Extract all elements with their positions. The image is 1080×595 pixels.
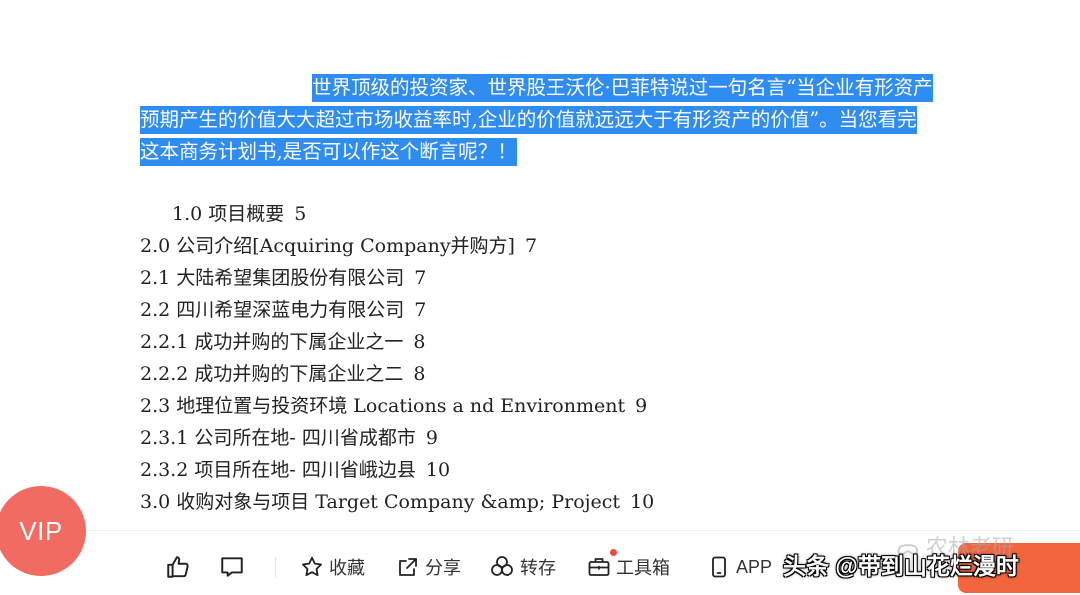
toc-entry[interactable]: 1.0 项目概要 5 xyxy=(140,198,940,230)
toc-entry-title: 1.0 项目概要 xyxy=(172,203,285,225)
toc-entry-title: 2.3.1 公司所在地- 四川省成都市 xyxy=(140,427,416,449)
document-page: 世界顶级的投资家、世界股王沃伦·巴菲特说过一句名言“当企业有形资产 预期产生的价… xyxy=(0,0,1080,530)
star-icon xyxy=(302,556,322,577)
app-label: APP xyxy=(736,556,773,577)
toc-entry-title: 2.2 四川希望深蓝电力有限公司 xyxy=(140,299,405,321)
toc-entry-title: 2.1 大陆希望集团股份有限公司 xyxy=(140,267,405,289)
toc-entry[interactable]: 3.0 收购对象与项目 Target Company &amp; Project… xyxy=(140,486,940,518)
table-of-contents: 1.0 项目概要 5 2.0 公司介绍[Acquiring Company并购方]… xyxy=(140,198,940,518)
toolbox-label: 工具箱 xyxy=(616,558,670,578)
toc-entry-page: 10 xyxy=(425,459,451,481)
paragraph-line-2: 预期产生的价值大大超过市场收益率时,企业的价值就远远大于有形资产的价值”。当您看… xyxy=(140,104,1020,136)
toc-entry[interactable]: 2.2.1 成功并购的下属企业之一 8 xyxy=(140,326,940,358)
selection-highlight-2: 预期产生的价值大大超过市场收益率时,企业的价值就远远大于有形资产的价值”。当您看… xyxy=(140,106,917,134)
selection-highlight-3: 这本商务计划书,是否可以作这个断言呢？！ xyxy=(140,138,517,166)
toc-entry-page: 8 xyxy=(413,363,426,385)
selected-paragraph[interactable]: 世界顶级的投资家、世界股王沃伦·巴菲特说过一句名言“当企业有形资产 预期产生的价… xyxy=(140,72,1020,168)
toolbar-divider xyxy=(275,557,276,577)
toc-entry-page: 5 xyxy=(294,203,307,225)
toc-entry-title: 3.0 收购对象与项目 Target Company &amp; Project xyxy=(140,491,621,513)
selection-highlight-1: 世界顶级的投资家、世界股王沃伦·巴菲特说过一句名言“当企业有形资产 xyxy=(312,74,933,102)
collect-label: 收藏 xyxy=(329,558,365,578)
toc-entry-title: 2.3.2 项目所在地- 四川省峨边县 xyxy=(140,459,416,481)
toc-entry[interactable]: 2.3 地理位置与投资环境 Locations a nd Environment… xyxy=(140,390,940,422)
comment-button[interactable] xyxy=(219,553,245,581)
toc-entry-title: 2.0 公司介绍[Acquiring Company并购方] xyxy=(140,235,515,257)
paragraph-line-1: 世界顶级的投资家、世界股王沃伦·巴菲特说过一句名言“当企业有形资产 xyxy=(140,72,1020,104)
toc-entry[interactable]: 2.0 公司介绍[Acquiring Company并购方] 7 xyxy=(140,230,940,262)
toolbox-icon xyxy=(588,558,610,576)
toolbox-button[interactable]: 工具箱 xyxy=(587,553,670,581)
toc-entry-page: 9 xyxy=(425,427,438,449)
toc-entry-page: 7 xyxy=(414,299,427,321)
toc-entry[interactable]: 2.2.2 成功并购的下属企业之二 8 xyxy=(140,358,940,390)
app-button[interactable]: APP xyxy=(707,553,772,581)
thumbs-up-icon xyxy=(167,556,189,578)
paragraph-line-3: 这本商务计划书,是否可以作这个断言呢？！ xyxy=(140,136,1020,168)
save-to-cloud-button[interactable]: 转存 xyxy=(489,553,556,581)
toc-entry-page: 10 xyxy=(630,491,655,513)
collect-button[interactable]: 收藏 xyxy=(300,553,365,581)
toc-entry-title: 2.2.1 成功并购的下属企业之一 xyxy=(140,331,404,353)
vip-button[interactable]: VIP xyxy=(0,486,86,576)
transfer-icon xyxy=(491,556,513,576)
like-button[interactable] xyxy=(165,553,191,581)
save-label: 转存 xyxy=(520,558,556,578)
toc-entry-page: 8 xyxy=(413,331,426,353)
toc-entry-page: 7 xyxy=(524,235,538,257)
toc-entry-title: 2.2.2 成功并购的下属企业之二 xyxy=(140,363,404,385)
watermark: 头条 @带到山花烂漫时 xyxy=(783,553,1019,579)
toc-entry-page: 9 xyxy=(635,395,648,417)
toc-entry[interactable]: 2.3.1 公司所在地- 四川省成都市 9 xyxy=(140,422,940,454)
share-label: 分享 xyxy=(425,558,461,578)
comment-icon xyxy=(221,557,243,577)
toc-entry-title: 2.3 地理位置与投资环境 Locations a nd Environment xyxy=(140,395,626,417)
share-button[interactable]: 分享 xyxy=(396,553,461,581)
share-icon xyxy=(399,558,417,576)
toc-entry[interactable]: 2.3.2 项目所在地- 四川省峨边县 10 xyxy=(140,454,940,486)
toc-entry-page: 7 xyxy=(414,267,427,289)
phone-icon xyxy=(712,556,726,578)
toc-entry[interactable]: 2.2 四川希望深蓝电力有限公司 7 xyxy=(140,294,940,326)
toc-entry[interactable]: 2.1 大陆希望集团股份有限公司 7 xyxy=(140,262,940,294)
